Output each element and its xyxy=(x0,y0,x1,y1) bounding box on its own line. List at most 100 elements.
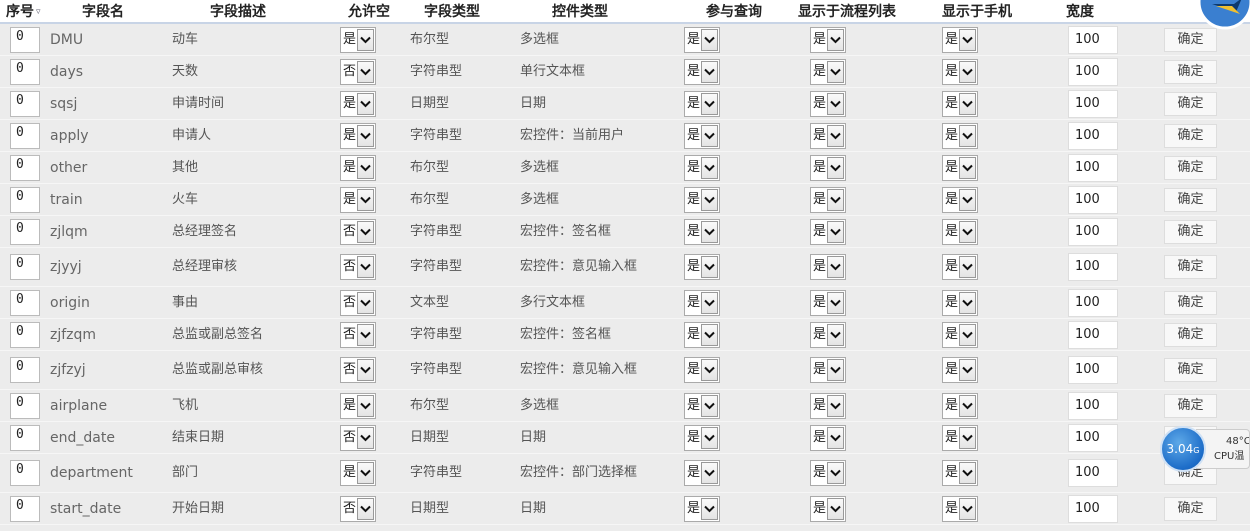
show-list-select[interactable]: 是 xyxy=(810,58,847,85)
chevron-down-icon[interactable] xyxy=(959,359,977,381)
width-input[interactable]: 100 xyxy=(1068,356,1118,384)
chevron-down-icon[interactable] xyxy=(827,28,845,51)
confirm-button[interactable]: 确定 xyxy=(1164,91,1217,116)
confirm-button[interactable]: 确定 xyxy=(1164,219,1217,244)
show-list-select[interactable]: 是 xyxy=(810,357,847,383)
index-input[interactable]: 0 xyxy=(10,321,40,348)
show-mobile-select[interactable]: 是 xyxy=(942,186,979,213)
query-select[interactable]: 是 xyxy=(684,424,721,451)
show-mobile-select[interactable]: 是 xyxy=(942,26,979,53)
show-list-select[interactable]: 是 xyxy=(810,122,847,149)
confirm-button[interactable]: 确定 xyxy=(1164,155,1217,180)
chevron-down-icon[interactable] xyxy=(959,220,977,243)
index-input[interactable]: 0 xyxy=(10,289,40,316)
chevron-down-icon[interactable] xyxy=(701,291,719,314)
chevron-down-icon[interactable] xyxy=(701,188,719,211)
width-input[interactable]: 100 xyxy=(1068,494,1118,523)
query-select[interactable]: 是 xyxy=(684,218,721,245)
chevron-down-icon[interactable] xyxy=(701,256,719,278)
chevron-down-icon[interactable] xyxy=(701,60,719,83)
query-select[interactable]: 是 xyxy=(684,321,721,348)
width-input[interactable]: 100 xyxy=(1068,217,1118,246)
show-list-select[interactable]: 是 xyxy=(810,26,847,53)
chevron-down-icon[interactable] xyxy=(357,291,375,314)
confirm-button[interactable]: 确定 xyxy=(1164,255,1217,279)
show-list-select[interactable]: 是 xyxy=(810,321,847,348)
query-select[interactable]: 是 xyxy=(684,122,721,149)
chevron-down-icon[interactable] xyxy=(959,291,977,314)
show-mobile-select[interactable]: 是 xyxy=(942,357,979,383)
chevron-down-icon[interactable] xyxy=(959,323,977,346)
chevron-down-icon[interactable] xyxy=(701,92,719,115)
show-list-select[interactable]: 是 xyxy=(810,254,847,280)
index-input[interactable]: 0 xyxy=(10,122,40,149)
nullable-select[interactable]: 否 xyxy=(340,424,377,451)
width-input[interactable]: 100 xyxy=(1068,185,1118,214)
nullable-select[interactable]: 是 xyxy=(340,26,377,53)
width-input[interactable]: 100 xyxy=(1068,253,1118,281)
index-input[interactable]: 0 xyxy=(10,186,40,213)
width-input[interactable]: 100 xyxy=(1068,25,1118,54)
chevron-down-icon[interactable] xyxy=(827,124,845,147)
chevron-down-icon[interactable] xyxy=(959,256,977,278)
chevron-down-icon[interactable] xyxy=(701,124,719,147)
chevron-down-icon[interactable] xyxy=(357,124,375,147)
show-list-select[interactable]: 是 xyxy=(810,392,847,419)
confirm-button[interactable]: 确定 xyxy=(1164,27,1217,52)
chevron-down-icon[interactable] xyxy=(357,256,375,278)
chevron-down-icon[interactable] xyxy=(701,497,719,520)
show-list-select[interactable]: 是 xyxy=(810,90,847,117)
nullable-select[interactable]: 否 xyxy=(340,495,377,522)
query-select[interactable]: 是 xyxy=(684,289,721,316)
chevron-down-icon[interactable] xyxy=(827,359,845,381)
chevron-down-icon[interactable] xyxy=(701,394,719,417)
chevron-down-icon[interactable] xyxy=(357,323,375,346)
show-list-select[interactable]: 是 xyxy=(810,495,847,522)
chevron-down-icon[interactable] xyxy=(701,426,719,449)
chevron-down-icon[interactable] xyxy=(357,60,375,83)
show-list-select[interactable]: 是 xyxy=(810,460,847,486)
nullable-select[interactable]: 否 xyxy=(340,289,377,316)
confirm-button[interactable]: 确定 xyxy=(1164,187,1217,212)
chevron-down-icon[interactable] xyxy=(827,92,845,115)
chevron-down-icon[interactable] xyxy=(827,291,845,314)
chevron-down-icon[interactable] xyxy=(827,188,845,211)
chevron-down-icon[interactable] xyxy=(357,426,375,449)
show-mobile-select[interactable]: 是 xyxy=(942,321,979,348)
chevron-down-icon[interactable] xyxy=(827,497,845,520)
confirm-button[interactable]: 确定 xyxy=(1164,123,1217,148)
query-select[interactable]: 是 xyxy=(684,495,721,522)
show-mobile-select[interactable]: 是 xyxy=(942,58,979,85)
chevron-down-icon[interactable] xyxy=(357,394,375,417)
nullable-select[interactable]: 是 xyxy=(340,90,377,117)
chevron-down-icon[interactable] xyxy=(959,92,977,115)
sort-desc-icon[interactable]: ▿ xyxy=(36,7,41,17)
show-mobile-select[interactable]: 是 xyxy=(942,424,979,451)
confirm-button[interactable]: 确定 xyxy=(1164,59,1217,84)
query-select[interactable]: 是 xyxy=(684,186,721,213)
header-index[interactable]: 序号 ▿ xyxy=(0,0,50,24)
show-mobile-select[interactable]: 是 xyxy=(942,90,979,117)
chevron-down-icon[interactable] xyxy=(959,124,977,147)
chevron-down-icon[interactable] xyxy=(827,156,845,179)
chevron-down-icon[interactable] xyxy=(701,359,719,381)
nullable-select[interactable]: 是 xyxy=(340,460,377,486)
width-input[interactable]: 100 xyxy=(1068,288,1118,317)
index-input[interactable]: 0 xyxy=(10,254,40,280)
confirm-button[interactable]: 确定 xyxy=(1164,393,1217,418)
width-input[interactable]: 100 xyxy=(1068,121,1118,150)
index-input[interactable]: 0 xyxy=(10,218,40,245)
index-input[interactable]: 0 xyxy=(10,495,40,522)
query-select[interactable]: 是 xyxy=(684,254,721,280)
show-mobile-select[interactable]: 是 xyxy=(942,122,979,149)
nullable-select[interactable]: 否 xyxy=(340,218,377,245)
chevron-down-icon[interactable] xyxy=(827,60,845,83)
chevron-down-icon[interactable] xyxy=(827,220,845,243)
chevron-down-icon[interactable] xyxy=(959,462,977,484)
chevron-down-icon[interactable] xyxy=(959,28,977,51)
query-select[interactable]: 是 xyxy=(684,58,721,85)
chevron-down-icon[interactable] xyxy=(357,220,375,243)
query-select[interactable]: 是 xyxy=(684,26,721,53)
width-input[interactable]: 100 xyxy=(1068,89,1118,118)
chevron-down-icon[interactable] xyxy=(357,92,375,115)
